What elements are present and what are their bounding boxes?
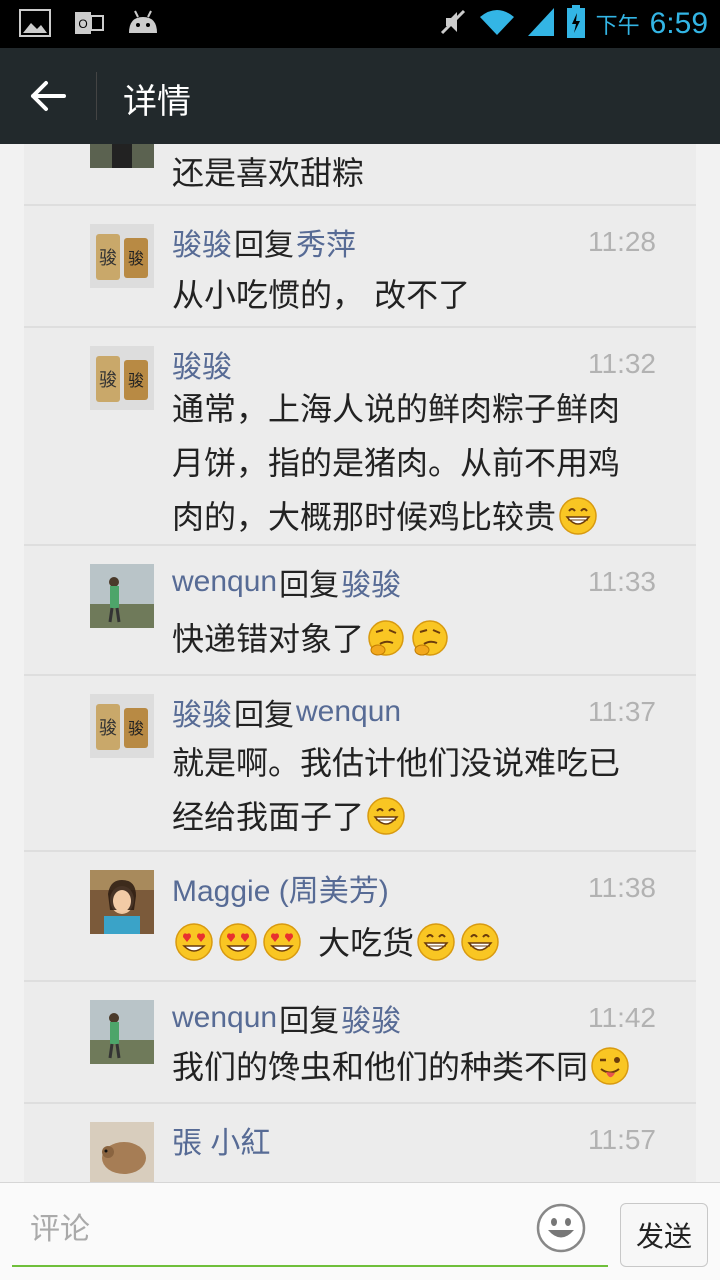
- wink-tongue-emoji-icon: [591, 1047, 629, 1085]
- avatar[interactable]: 骏骏: [90, 346, 154, 410]
- comment-row[interactable]: Maggie (周美芳) 11:38 大吃货: [24, 852, 696, 982]
- status-time: 6:59: [649, 7, 708, 40]
- comment-time: 11:42: [588, 1002, 656, 1033]
- svg-text:骏: 骏: [128, 371, 144, 390]
- comment-row[interactable]: 骏骏 骏骏 回复 秀萍 11:28 从小吃惯的， 改不了: [24, 206, 696, 328]
- reply-label: 回复: [234, 228, 294, 263]
- back-button[interactable]: [18, 66, 78, 126]
- comment-row[interactable]: wenqun 回复 骏骏 11:42 我们的馋虫和他们的种类不同: [24, 982, 696, 1104]
- mute-icon: [438, 7, 468, 41]
- heart-eyes-emoji-icon: [263, 923, 301, 961]
- smiley-icon: [536, 1203, 586, 1253]
- reply-target-name[interactable]: 秀萍: [296, 220, 356, 264]
- comment-row[interactable]: wenqun 回复 骏骏 11:33 快递错对象了: [24, 546, 696, 676]
- commenter-name[interactable]: Maggie (周美芳): [172, 866, 389, 910]
- reply-label: 回复: [234, 698, 294, 733]
- comment-list[interactable]: 还是喜欢甜粽 骏骏 骏骏 回复 秀萍 11:28 从小吃惯的， 改不了 骏骏 骏…: [24, 144, 696, 1182]
- comment-text: 就是啊。我估计他们没说难吃已 经给我面子了: [172, 736, 660, 844]
- comment-text-body: 我们的馋虫和他们的种类不同: [172, 1048, 589, 1086]
- avatar[interactable]: [90, 144, 154, 168]
- comment-time: 11:33: [588, 566, 656, 597]
- comment-text-line: 肉的，大概那时候鸡比较贵: [172, 498, 557, 536]
- commenter-name[interactable]: wenqun: [172, 1001, 277, 1035]
- avatar[interactable]: 骏骏: [90, 224, 154, 288]
- comment-time: 11:37: [588, 696, 656, 727]
- comment-row[interactable]: 骏骏 骏骏 11:32 通常，上海人说的鲜肉粽子鲜肉 月饼，指的是猪肉。从前不用…: [24, 328, 696, 546]
- comment-text-line: 月饼，指的是猪肉。从前不用鸡: [172, 444, 621, 482]
- comment-time: 11:57: [588, 1124, 656, 1155]
- comment-text: 快递错对象了: [172, 612, 660, 666]
- send-button[interactable]: 发送: [620, 1203, 708, 1267]
- heart-eyes-emoji-icon: [175, 923, 213, 961]
- reply-label: 回复: [279, 568, 340, 603]
- svg-text:骏: 骏: [99, 370, 117, 391]
- heart-eyes-emoji-icon: [219, 923, 257, 961]
- comment-input-bar: 发送: [0, 1182, 720, 1280]
- comment-time: 11:28: [588, 226, 656, 257]
- comment-text-body: 快递错对象了: [172, 620, 365, 658]
- avatar[interactable]: [90, 1122, 154, 1182]
- comment-input-wrapper: [12, 1197, 608, 1267]
- reply-target-name[interactable]: 骏骏: [341, 560, 401, 604]
- action-bar-divider: [96, 72, 97, 120]
- svg-text:骏: 骏: [99, 718, 117, 739]
- status-bar: O 下午 6:59: [0, 0, 720, 48]
- outlook-notification-icon: O: [72, 8, 106, 38]
- avatar[interactable]: 骏骏: [90, 694, 154, 758]
- commenter-name[interactable]: 張 小紅: [172, 1118, 270, 1162]
- svg-text:O: O: [78, 17, 87, 31]
- comment-row[interactable]: 張 小紅 11:57: [24, 1104, 696, 1182]
- thinking-emoji-icon: [412, 620, 448, 656]
- svg-text:骏: 骏: [128, 719, 144, 738]
- page-title: 详情: [123, 82, 191, 122]
- comment-text-line: 通常，上海人说的鲜肉粽子鲜肉: [172, 390, 621, 428]
- comment-text: 还是喜欢甜粽: [172, 154, 365, 192]
- thinking-emoji-icon: [368, 620, 404, 656]
- comment-text-line: 就是啊。我估计他们没说难吃已: [172, 744, 621, 782]
- avatar[interactable]: [90, 1000, 154, 1064]
- comment-input[interactable]: [12, 1197, 512, 1261]
- android-notification-icon: [126, 8, 160, 38]
- comment-row[interactable]: 骏骏 骏骏 回复 wenqun 11:37 就是啊。我估计他们没说难吃已 经给我…: [24, 676, 696, 852]
- comment-time: 11:32: [588, 348, 656, 379]
- action-bar: 详情: [0, 48, 720, 144]
- grin-emoji-icon: [559, 497, 597, 535]
- commenter-name[interactable]: 骏骏: [172, 690, 232, 734]
- grin-emoji-icon: [367, 797, 405, 835]
- emoji-button[interactable]: [536, 1203, 586, 1253]
- wifi-icon: [478, 7, 516, 41]
- svg-text:骏: 骏: [128, 249, 144, 268]
- grin-emoji-icon: [417, 923, 455, 961]
- avatar[interactable]: [90, 564, 154, 628]
- battery-charging-icon: [566, 5, 586, 43]
- svg-text:骏: 骏: [99, 248, 117, 269]
- back-arrow-icon: [31, 81, 66, 111]
- comment-text: 从小吃惯的， 改不了: [172, 276, 471, 314]
- comment-text-line: 经给我面子了: [172, 798, 365, 836]
- comment-text: 大吃货: [172, 916, 660, 970]
- status-ampm: 下午: [595, 14, 640, 39]
- gallery-notification-icon: [18, 8, 52, 38]
- comment-text: 我们的馋虫和他们的种类不同: [172, 1040, 676, 1094]
- avatar[interactable]: [90, 870, 154, 934]
- signal-icon: [526, 6, 556, 42]
- commenter-name[interactable]: wenqun: [172, 565, 277, 599]
- comment-time: 11:38: [588, 872, 656, 903]
- reply-label: 回复: [279, 1004, 340, 1039]
- comment-text: 通常，上海人说的鲜肉粽子鲜肉 月饼，指的是猪肉。从前不用鸡 肉的，大概那时候鸡比…: [172, 382, 660, 544]
- commenter-name[interactable]: 骏骏: [172, 342, 232, 386]
- comment-text-body: 大吃货: [318, 924, 415, 962]
- commenter-name[interactable]: 骏骏: [172, 220, 232, 264]
- grin-emoji-icon: [461, 923, 499, 961]
- comment-row: 还是喜欢甜粽: [24, 144, 696, 206]
- reply-target-name[interactable]: 骏骏: [341, 996, 401, 1040]
- reply-target-name[interactable]: wenqun: [296, 695, 401, 729]
